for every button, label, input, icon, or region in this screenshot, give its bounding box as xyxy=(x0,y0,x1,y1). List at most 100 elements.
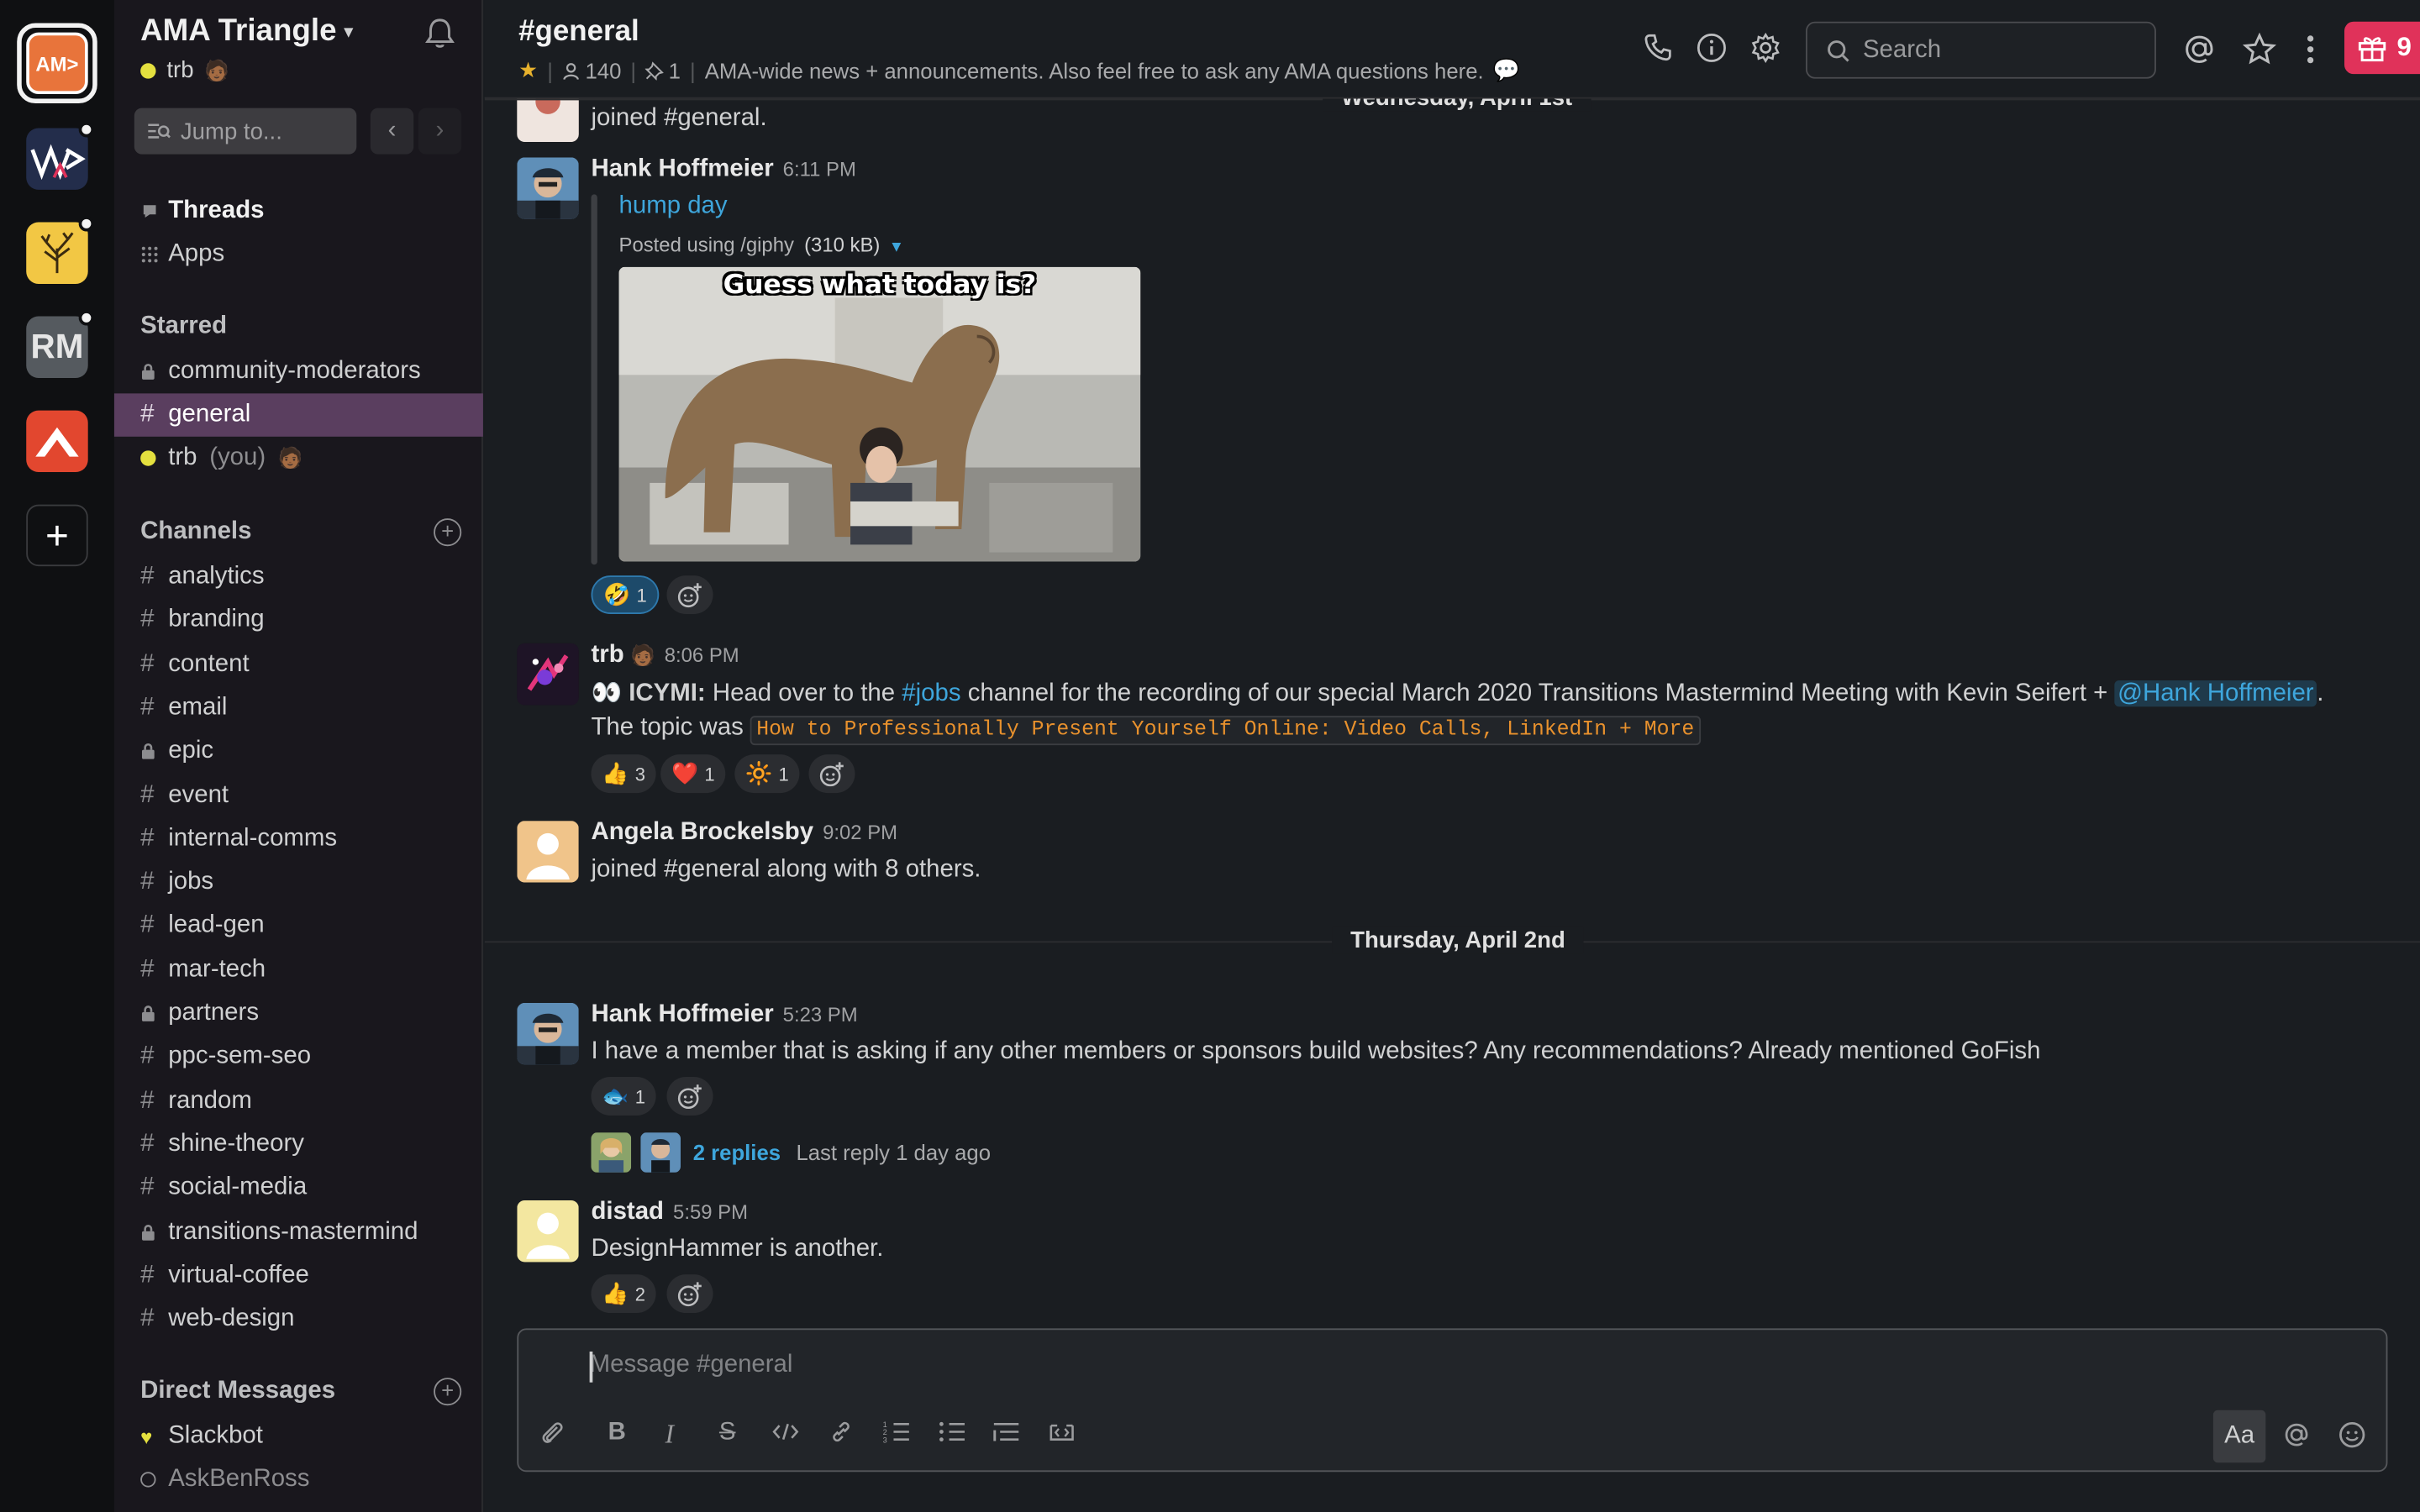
message-author[interactable]: Hank Hoffmeier 6:11 PM xyxy=(591,156,855,184)
message-input[interactable]: Message #general xyxy=(590,1352,793,1379)
sidebar-item-shine-theory[interactable]: # shine-theory xyxy=(114,1123,483,1166)
sidebar-item-mar-tech[interactable]: # mar-tech xyxy=(114,948,483,991)
add-workspace-button[interactable]: + xyxy=(26,504,88,567)
code-block-icon[interactable] xyxy=(1048,1420,1076,1444)
back-button[interactable]: ‹ xyxy=(370,108,414,155)
message-time[interactable]: 8:06 PM xyxy=(665,643,739,667)
starred-header[interactable]: Starred xyxy=(140,313,227,341)
giphy-image[interactable]: Guess what today is? xyxy=(618,266,1141,562)
reaction-pill[interactable]: 👍 3 xyxy=(591,754,656,794)
add-dm-icon[interactable]: + xyxy=(434,1378,462,1406)
ordered-list-icon[interactable]: 123 xyxy=(883,1420,911,1444)
message-time[interactable]: 9:02 PM xyxy=(823,821,897,844)
day-divider-label[interactable]: Wednesday, April 1st xyxy=(1323,98,1591,112)
message-time[interactable]: 5:23 PM xyxy=(783,1003,858,1026)
avatar[interactable] xyxy=(517,98,579,142)
reaction-pill[interactable]: ❤️ 1 xyxy=(660,754,726,794)
search-input[interactable]: Search xyxy=(1805,21,2156,79)
member-count[interactable]: 140 xyxy=(562,58,621,82)
saved-star-icon[interactable] xyxy=(2242,32,2277,66)
more-options-icon[interactable] xyxy=(2306,33,2315,66)
channel-topic[interactable]: AMA-wide news + announcements. Also feel… xyxy=(705,58,1484,82)
add-reaction-button[interactable] xyxy=(808,754,855,794)
pin-count[interactable]: 1 xyxy=(645,58,681,82)
sidebar-item-community-moderators[interactable]: community-moderators xyxy=(114,350,483,393)
sidebar-item-apps[interactable]: Apps xyxy=(114,233,483,276)
reaction-pill[interactable]: 👍 2 xyxy=(591,1274,656,1314)
channels-header[interactable]: Channels xyxy=(140,518,251,546)
attachment-title-link[interactable]: hump day xyxy=(619,193,728,221)
sidebar-item-branding[interactable]: # branding xyxy=(114,599,483,642)
at-mention-icon[interactable] xyxy=(2182,33,2216,66)
attach-icon[interactable] xyxy=(540,1420,565,1447)
add-reaction-button[interactable] xyxy=(666,575,713,615)
jump-to-button[interactable]: Jump to... xyxy=(134,108,357,155)
add-reaction-button[interactable] xyxy=(666,1077,713,1116)
replies-link[interactable]: 2 replies xyxy=(693,1140,781,1164)
message-composer[interactable]: Message #general B I S 123 Aa xyxy=(517,1328,2388,1473)
italic-icon[interactable]: I xyxy=(666,1420,674,1451)
message-author[interactable]: Angela Brockelsby 9:02 PM xyxy=(591,819,897,847)
sidebar-item-general[interactable]: # general xyxy=(113,393,483,437)
sidebar-item-email[interactable]: # email xyxy=(114,686,483,729)
info-icon[interactable] xyxy=(1697,33,1728,64)
message-author[interactable]: distad 5:59 PM xyxy=(591,1199,748,1226)
caret-down-icon[interactable]: ▼ xyxy=(889,239,904,256)
message-time[interactable]: 5:59 PM xyxy=(673,1200,748,1224)
sidebar-item-partners[interactable]: partners xyxy=(114,992,483,1035)
add-channel-icon[interactable]: + xyxy=(434,518,462,547)
sidebar-item-ppc-sem-seo[interactable]: # ppc-sem-seo xyxy=(114,1036,483,1079)
message-time[interactable]: 6:11 PM xyxy=(783,157,856,181)
sidebar-item-virtual-coffee[interactable]: # virtual-coffee xyxy=(114,1254,483,1297)
formatting-toggle-button[interactable]: Aa xyxy=(2212,1410,2266,1463)
link-icon[interactable] xyxy=(827,1420,855,1444)
message-author[interactable]: trb 🧑🏾 8:06 PM xyxy=(591,642,739,669)
message-author[interactable]: Hank Hoffmeier 5:23 PM xyxy=(591,1001,857,1029)
workspace-3[interactable] xyxy=(26,216,95,284)
sidebar-item-random[interactable]: # random xyxy=(114,1079,483,1122)
avatar[interactable] xyxy=(517,157,579,219)
thread-summary[interactable]: 2 replies Last reply 1 day ago xyxy=(591,1132,991,1173)
user-mention[interactable]: @Hank Hoffmeier xyxy=(2114,680,2317,707)
workspace-ama[interactable]: AM> xyxy=(26,32,88,95)
sidebar-item-social-media[interactable]: # social-media xyxy=(114,1167,483,1210)
sidebar-item-transitions-mastermind[interactable]: transitions-mastermind xyxy=(114,1210,483,1253)
blockquote-icon[interactable] xyxy=(992,1420,1020,1444)
avatar[interactable] xyxy=(517,1200,579,1263)
workspace-5[interactable] xyxy=(26,410,88,473)
emoji-icon[interactable] xyxy=(2338,1421,2366,1449)
direct-messages-header[interactable]: Direct Messages xyxy=(140,1378,335,1405)
channel-link[interactable]: #jobs xyxy=(902,680,960,706)
sidebar-item-analytics[interactable]: # analytics xyxy=(114,555,483,598)
sidebar-item-web-design[interactable]: # web-design xyxy=(114,1298,483,1341)
day-divider-label[interactable]: Thursday, April 2nd xyxy=(1332,927,1584,954)
mention-icon[interactable] xyxy=(2283,1421,2311,1449)
reaction-pill[interactable]: 🐟 1 xyxy=(591,1077,656,1116)
gift-button[interactable]: 9 xyxy=(2344,21,2420,75)
add-reaction-button[interactable] xyxy=(666,1274,713,1314)
channel-title[interactable]: #general xyxy=(518,15,639,49)
sidebar-item-epic[interactable]: epic xyxy=(114,730,483,773)
reaction-pill[interactable]: 🔆 1 xyxy=(734,754,800,794)
sidebar-item-threads[interactable]: Threads xyxy=(114,190,483,233)
sidebar-item-askbenross[interactable]: AskBenRoss xyxy=(114,1458,483,1501)
sidebar-item-content[interactable]: # content xyxy=(114,643,483,685)
avatar[interactable] xyxy=(517,821,579,883)
workspace-2[interactable] xyxy=(26,122,95,190)
avatar[interactable] xyxy=(517,1002,579,1065)
workspace-rm[interactable]: RM xyxy=(26,310,95,378)
sidebar-item-dm-self[interactable]: trb (you) 🧑🏾 xyxy=(114,437,483,480)
phone-icon[interactable] xyxy=(1642,33,1673,64)
sidebar-item-jobs[interactable]: # jobs xyxy=(114,861,483,904)
sidebar-item-internal-comms[interactable]: # internal-comms xyxy=(114,817,483,860)
avatar[interactable] xyxy=(517,643,579,706)
sidebar-item-lead-gen[interactable]: # lead-gen xyxy=(114,905,483,948)
strikethrough-icon[interactable]: S xyxy=(719,1420,736,1447)
team-name[interactable]: AMA Triangle ▾ xyxy=(140,14,353,50)
current-user[interactable]: trb 🧑🏾 xyxy=(140,57,229,83)
star-icon[interactable]: ★ xyxy=(518,57,538,83)
sidebar-item-slackbot[interactable]: ♥ Slackbot xyxy=(114,1415,483,1457)
forward-button[interactable]: › xyxy=(418,108,462,155)
gear-icon[interactable] xyxy=(1750,32,1781,64)
bold-icon[interactable]: B xyxy=(608,1420,626,1447)
